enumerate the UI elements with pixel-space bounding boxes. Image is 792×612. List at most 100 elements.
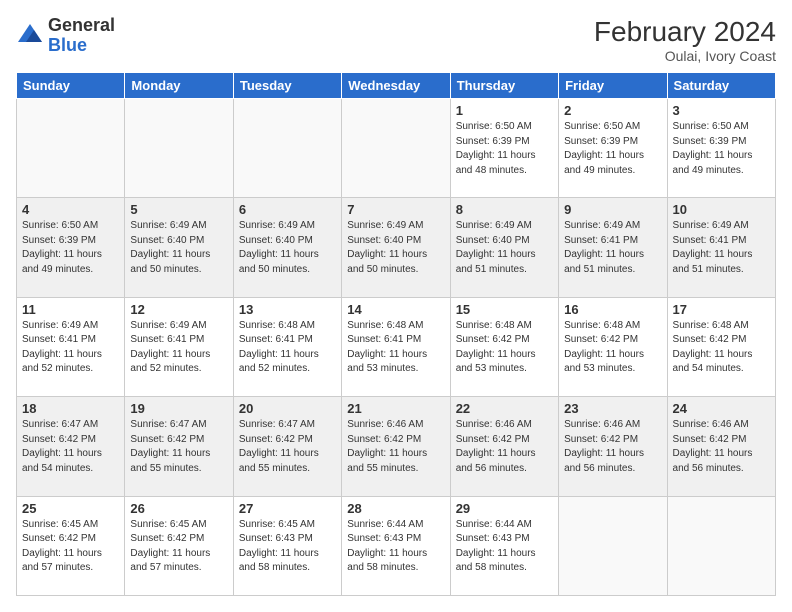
- day-info: Sunrise: 6:48 AM Sunset: 6:41 PM Dayligh…: [239, 319, 336, 377]
- calendar-day-cell: 28 Sunrise: 6:44 AM Sunset: 6:43 PM Dayli…: [342, 496, 450, 595]
- calendar-day-cell: 25 Sunrise: 6:45 AM Sunset: 6:42 PM Dayli…: [17, 496, 125, 595]
- calendar-header-row: SundayMondayTuesdayWednesdayThursdayFrid…: [17, 73, 776, 99]
- calendar-day-cell: 14 Sunrise: 6:48 AM Sunset: 6:41 PM Dayli…: [342, 297, 450, 396]
- calendar-day-cell: [559, 496, 667, 595]
- day-number: 18: [22, 401, 119, 416]
- calendar-day-cell: 19 Sunrise: 6:47 AM Sunset: 6:42 PM Dayli…: [125, 397, 233, 496]
- day-number: 15: [456, 302, 553, 317]
- calendar-day-cell: 16 Sunrise: 6:48 AM Sunset: 6:42 PM Dayli…: [559, 297, 667, 396]
- logo: General Blue: [16, 16, 115, 56]
- header: General Blue February 2024 Oulai, Ivory …: [16, 16, 776, 64]
- day-number: 26: [130, 501, 227, 516]
- day-info: Sunrise: 6:47 AM Sunset: 6:42 PM Dayligh…: [239, 418, 336, 476]
- day-number: 4: [22, 202, 119, 217]
- day-number: 23: [564, 401, 661, 416]
- day-info: Sunrise: 6:45 AM Sunset: 6:42 PM Dayligh…: [22, 518, 119, 576]
- day-info: Sunrise: 6:49 AM Sunset: 6:40 PM Dayligh…: [456, 219, 553, 277]
- calendar-day-header: Friday: [559, 73, 667, 99]
- calendar-week-row: 18 Sunrise: 6:47 AM Sunset: 6:42 PM Dayli…: [17, 397, 776, 496]
- day-number: 7: [347, 202, 444, 217]
- day-number: 12: [130, 302, 227, 317]
- day-number: 16: [564, 302, 661, 317]
- day-info: Sunrise: 6:48 AM Sunset: 6:42 PM Dayligh…: [564, 319, 661, 377]
- calendar-day-cell: 3 Sunrise: 6:50 AM Sunset: 6:39 PM Daylig…: [667, 99, 775, 198]
- calendar-day-cell: 15Sunrise: 6:48 AM Sunset: 6:42 PM Dayli…: [450, 297, 558, 396]
- day-info: Sunrise: 6:44 AM Sunset: 6:43 PM Dayligh…: [347, 518, 444, 576]
- calendar-day-cell: 26 Sunrise: 6:45 AM Sunset: 6:42 PM Dayli…: [125, 496, 233, 595]
- calendar-day-cell: [17, 99, 125, 198]
- month-year: February 2024: [594, 16, 776, 48]
- day-info: Sunrise: 6:49 AM Sunset: 6:41 PM Dayligh…: [673, 219, 770, 277]
- page: General Blue February 2024 Oulai, Ivory …: [0, 0, 792, 612]
- day-info: Sunrise: 6:48 AM Sunset: 6:41 PM Dayligh…: [347, 319, 444, 377]
- day-info: Sunrise: 6:50 AM Sunset: 6:39 PM Dayligh…: [564, 120, 661, 178]
- day-info: Sunrise: 6:49 AM Sunset: 6:40 PM Dayligh…: [239, 219, 336, 277]
- calendar-day-cell: 18 Sunrise: 6:47 AM Sunset: 6:42 PM Dayli…: [17, 397, 125, 496]
- day-number: 13: [239, 302, 336, 317]
- logo-icon: [16, 22, 44, 50]
- calendar-day-cell: [125, 99, 233, 198]
- calendar-day-cell: 11 Sunrise: 6:49 AM Sunset: 6:41 PM Dayli…: [17, 297, 125, 396]
- day-number: 10: [673, 202, 770, 217]
- calendar-day-header: Saturday: [667, 73, 775, 99]
- day-number: 27: [239, 501, 336, 516]
- calendar-day-cell: 17Sunrise: 6:48 AM Sunset: 6:42 PM Dayli…: [667, 297, 775, 396]
- day-number: 20: [239, 401, 336, 416]
- logo-text: General Blue: [48, 16, 115, 56]
- day-number: 11: [22, 302, 119, 317]
- day-info: Sunrise: 6:49 AM Sunset: 6:41 PM Dayligh…: [22, 319, 119, 377]
- calendar-day-cell: 7 Sunrise: 6:49 AM Sunset: 6:40 PM Daylig…: [342, 198, 450, 297]
- day-info: Sunrise: 6:46 AM Sunset: 6:42 PM Dayligh…: [564, 418, 661, 476]
- calendar-day-cell: 20 Sunrise: 6:47 AM Sunset: 6:42 PM Dayli…: [233, 397, 341, 496]
- day-info: Sunrise: 6:50 AM Sunset: 6:39 PM Dayligh…: [456, 120, 553, 178]
- calendar-day-header: Tuesday: [233, 73, 341, 99]
- calendar-day-cell: 23 Sunrise: 6:46 AM Sunset: 6:42 PM Dayli…: [559, 397, 667, 496]
- calendar-day-cell: 24Sunrise: 6:46 AM Sunset: 6:42 PM Dayli…: [667, 397, 775, 496]
- day-number: 25: [22, 501, 119, 516]
- day-info: Sunrise: 6:45 AM Sunset: 6:42 PM Dayligh…: [130, 518, 227, 576]
- day-info: Sunrise: 6:49 AM Sunset: 6:41 PM Dayligh…: [564, 219, 661, 277]
- day-info: Sunrise: 6:46 AM Sunset: 6:42 PM Dayligh…: [347, 418, 444, 476]
- calendar-day-cell: 6 Sunrise: 6:49 AM Sunset: 6:40 PM Daylig…: [233, 198, 341, 297]
- day-number: 6: [239, 202, 336, 217]
- day-info: Sunrise: 6:47 AM Sunset: 6:42 PM Dayligh…: [22, 418, 119, 476]
- day-info: Sunrise: 6:49 AM Sunset: 6:40 PM Dayligh…: [347, 219, 444, 277]
- calendar-day-cell: [233, 99, 341, 198]
- calendar-day-cell: 5 Sunrise: 6:49 AM Sunset: 6:40 PM Daylig…: [125, 198, 233, 297]
- day-number: 28: [347, 501, 444, 516]
- day-number: 19: [130, 401, 227, 416]
- day-number: 2: [564, 103, 661, 118]
- calendar-day-cell: 8 Sunrise: 6:49 AM Sunset: 6:40 PM Daylig…: [450, 198, 558, 297]
- day-number: 29: [456, 501, 553, 516]
- calendar-week-row: 4 Sunrise: 6:50 AM Sunset: 6:39 PM Daylig…: [17, 198, 776, 297]
- calendar-day-cell: 13 Sunrise: 6:48 AM Sunset: 6:41 PM Dayli…: [233, 297, 341, 396]
- calendar-table: SundayMondayTuesdayWednesdayThursdayFrid…: [16, 72, 776, 596]
- day-number: 3: [673, 103, 770, 118]
- day-number: 5: [130, 202, 227, 217]
- day-number: 21: [347, 401, 444, 416]
- calendar-day-cell: 10 Sunrise: 6:49 AM Sunset: 6:41 PM Dayli…: [667, 198, 775, 297]
- location: Oulai, Ivory Coast: [594, 48, 776, 64]
- day-info: Sunrise: 6:49 AM Sunset: 6:41 PM Dayligh…: [130, 319, 227, 377]
- calendar-day-cell: [342, 99, 450, 198]
- day-info: Sunrise: 6:50 AM Sunset: 6:39 PM Dayligh…: [22, 219, 119, 277]
- calendar-week-row: 11 Sunrise: 6:49 AM Sunset: 6:41 PM Dayli…: [17, 297, 776, 396]
- day-number: 17: [673, 302, 770, 317]
- calendar-day-header: Thursday: [450, 73, 558, 99]
- day-info: Sunrise: 6:50 AM Sunset: 6:39 PM Dayligh…: [673, 120, 770, 178]
- day-number: 14: [347, 302, 444, 317]
- calendar-day-cell: 29Sunrise: 6:44 AM Sunset: 6:43 PM Dayli…: [450, 496, 558, 595]
- calendar-day-cell: 22Sunrise: 6:46 AM Sunset: 6:42 PM Dayli…: [450, 397, 558, 496]
- calendar-day-header: Monday: [125, 73, 233, 99]
- calendar-day-cell: 9Sunrise: 6:49 AM Sunset: 6:41 PM Daylig…: [559, 198, 667, 297]
- logo-blue: Blue: [48, 35, 87, 55]
- day-number: 22: [456, 401, 553, 416]
- logo-general: General: [48, 15, 115, 35]
- calendar-day-header: Wednesday: [342, 73, 450, 99]
- calendar-day-cell: 27Sunrise: 6:45 AM Sunset: 6:43 PM Dayli…: [233, 496, 341, 595]
- day-info: Sunrise: 6:49 AM Sunset: 6:40 PM Dayligh…: [130, 219, 227, 277]
- calendar-week-row: 1Sunrise: 6:50 AM Sunset: 6:39 PM Daylig…: [17, 99, 776, 198]
- day-info: Sunrise: 6:47 AM Sunset: 6:42 PM Dayligh…: [130, 418, 227, 476]
- calendar-day-cell: 21 Sunrise: 6:46 AM Sunset: 6:42 PM Dayli…: [342, 397, 450, 496]
- day-number: 8: [456, 202, 553, 217]
